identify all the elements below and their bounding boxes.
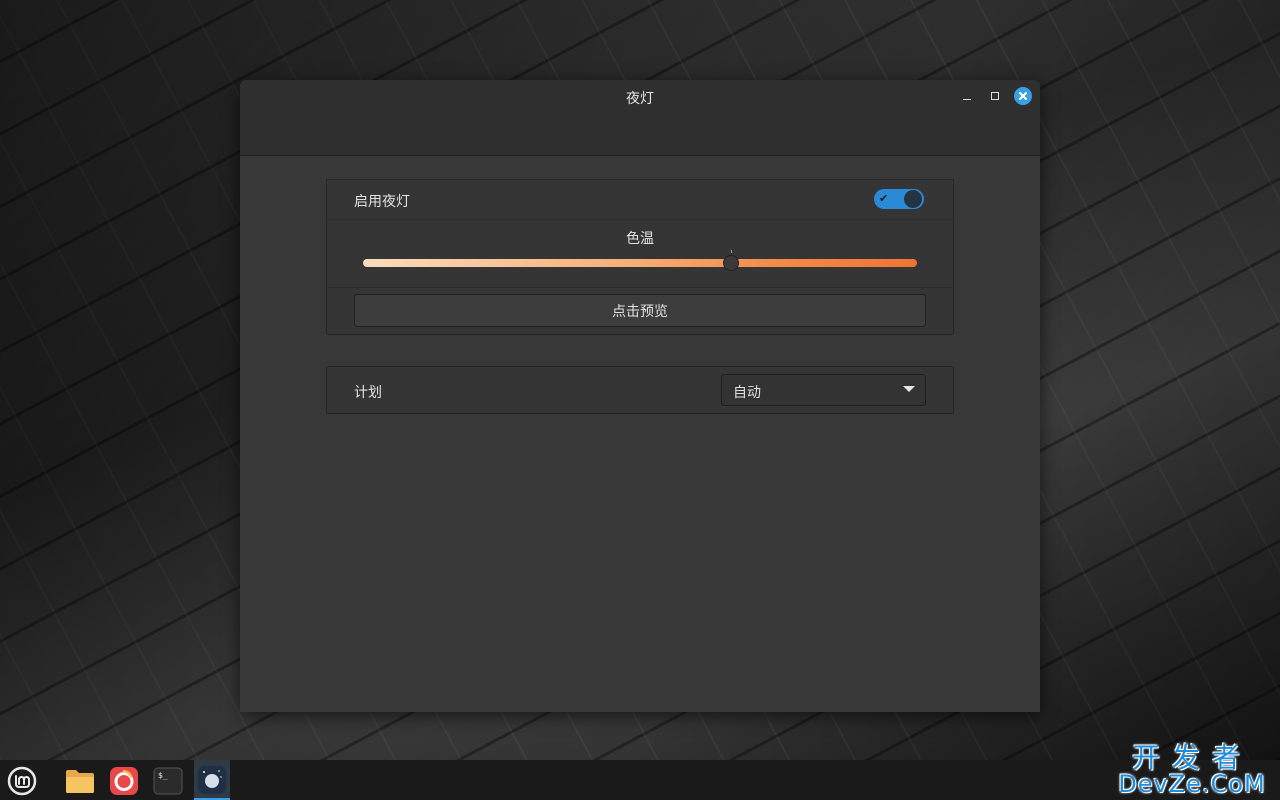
check-icon: ✔ xyxy=(879,192,889,205)
minimize-button[interactable] xyxy=(959,88,975,104)
maximize-icon xyxy=(991,92,999,100)
firefox-button[interactable] xyxy=(106,763,142,799)
preview-button[interactable]: 点击预览 xyxy=(354,294,926,327)
taskbar: $_ xyxy=(0,760,1280,800)
night-light-task-button[interactable] xyxy=(194,760,230,800)
watermark: 开发者 DevZe.CoM xyxy=(1112,741,1272,798)
minimize-icon xyxy=(963,98,971,100)
maximize-button[interactable] xyxy=(987,88,1003,104)
dropdown-arrow-icon xyxy=(903,386,915,392)
enable-night-light-switch[interactable]: ✔ xyxy=(874,189,924,209)
mint-menu-icon xyxy=(7,766,37,796)
terminal-icon: $_ xyxy=(153,767,183,795)
night-light-icon xyxy=(198,766,226,794)
window-title: 夜灯 xyxy=(626,91,654,107)
watermark-bottom-text: DevZe.CoM xyxy=(1118,770,1266,798)
color-temperature-row: 色温 xyxy=(327,220,953,288)
schedule-dropdown-value: 自动 xyxy=(733,385,761,401)
firefox-icon xyxy=(110,767,138,795)
night-light-panel: 启用夜灯 ✔ 色温 点击预览 xyxy=(326,179,954,335)
color-temperature-slider[interactable] xyxy=(363,250,917,271)
svg-text:$_: $_ xyxy=(158,771,168,780)
switch-knob xyxy=(904,190,922,208)
files-button[interactable] xyxy=(62,763,98,799)
slider-handle[interactable] xyxy=(723,255,739,271)
night-light-window: 夜灯 启用夜灯 ✔ 色温 点击预览 计划 自动 xyxy=(240,80,1040,712)
title-bar: 夜灯 xyxy=(240,80,1040,156)
watermark-top-text: 开发者 xyxy=(1131,741,1252,774)
slider-track xyxy=(363,259,917,267)
folder-icon xyxy=(66,770,94,793)
mint-menu-button[interactable] xyxy=(4,763,40,799)
preview-row: 点击预览 xyxy=(327,288,953,334)
schedule-label: 计划 xyxy=(354,385,382,401)
slider-mark xyxy=(731,250,732,253)
schedule-dropdown[interactable]: 自动 xyxy=(721,374,926,406)
color-temperature-label: 色温 xyxy=(626,231,654,247)
close-button[interactable] xyxy=(1014,87,1032,105)
terminal-button[interactable]: $_ xyxy=(150,763,186,799)
settings-content: 启用夜灯 ✔ 色温 点击预览 计划 自动 xyxy=(240,156,1040,712)
enable-night-light-row: 启用夜灯 ✔ xyxy=(327,180,953,220)
schedule-panel: 计划 自动 xyxy=(326,366,954,414)
close-icon xyxy=(1019,92,1027,100)
enable-night-light-label: 启用夜灯 xyxy=(354,194,410,210)
